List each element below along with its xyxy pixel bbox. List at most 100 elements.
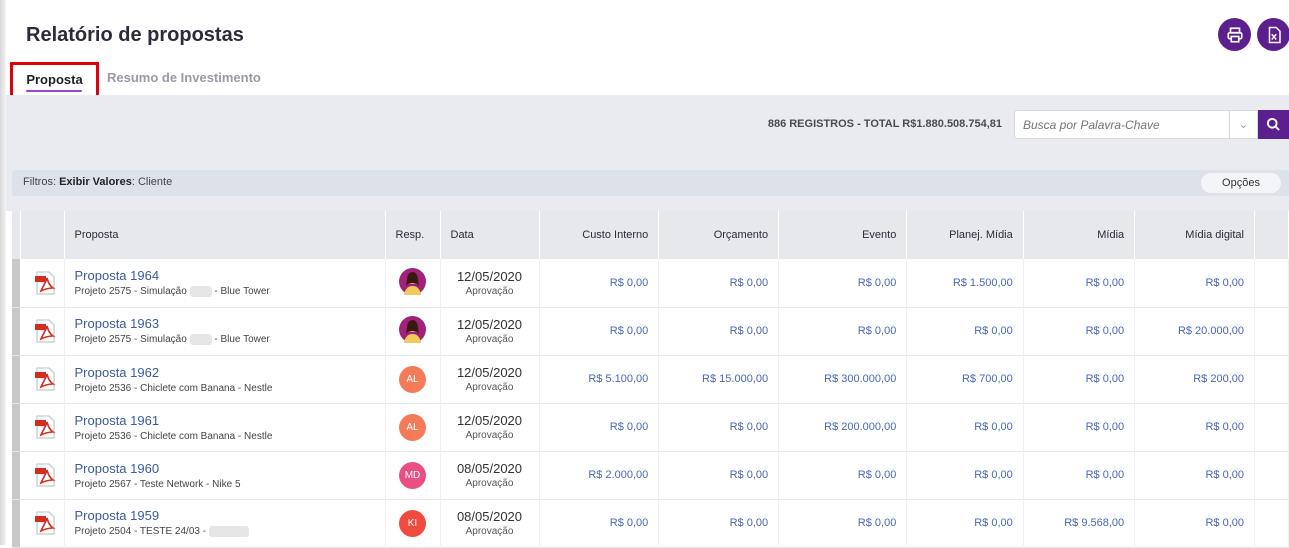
proposal-link[interactable]: Proposta 1962: [75, 365, 375, 380]
print-button[interactable]: [1218, 18, 1251, 51]
extra-cell: [1254, 403, 1289, 451]
tab-resumo-investimento[interactable]: Resumo de Investimento: [107, 62, 261, 96]
proposal-project: Projeto 2575 - Simulação - Blue Tower: [75, 286, 375, 297]
value-cell: R$ 0,00: [1023, 307, 1136, 355]
row-indicator: [12, 403, 20, 451]
header-proposta[interactable]: Proposta: [64, 211, 386, 259]
pdf-cell: [20, 451, 65, 499]
filter-value: : Cliente: [131, 176, 173, 188]
pdf-icon[interactable]: [32, 510, 58, 536]
proposal-link[interactable]: Proposta 1960: [75, 461, 375, 476]
proposal-client: - Blue Tower: [214, 286, 270, 298]
table-row[interactable]: Proposta 1959 Projeto 2504 - TESTE 24/03 …: [12, 499, 1289, 547]
extra-cell: [1254, 355, 1289, 403]
header-custo-interno[interactable]: Custo Interno: [539, 211, 660, 259]
proposal-link[interactable]: Proposta 1961: [75, 413, 375, 428]
table-row[interactable]: Proposta 1963 Projeto 2575 - Simulação - …: [12, 307, 1289, 355]
pdf-icon[interactable]: [32, 414, 58, 440]
date-cell: 08/05/2020 Aprovação: [440, 499, 540, 547]
value-cell: R$ 1.500,00: [906, 259, 1024, 307]
value-cell: R$ 0,00: [778, 499, 908, 547]
avatar[interactable]: [399, 267, 426, 295]
proposal-status: Aprovação: [465, 285, 514, 297]
header-midia-digital[interactable]: Mídia digital: [1134, 211, 1255, 259]
extra-cell: [1254, 499, 1289, 547]
header-orcamento[interactable]: Orçamento: [658, 211, 780, 259]
date-cell: 12/05/2020 Aprovação: [440, 307, 540, 355]
header-icon-col: [20, 211, 65, 259]
avatar[interactable]: MD: [399, 461, 426, 489]
table-row[interactable]: Proposta 1961 Projeto 2536 - Chiclete com…: [12, 403, 1289, 451]
options-button[interactable]: Opções: [1201, 173, 1281, 193]
header-midia[interactable]: Mídia: [1023, 211, 1136, 259]
pdf-cell: [20, 403, 65, 451]
proposal-project-text: Projeto 2575 - Simulação: [74, 334, 187, 346]
search-button[interactable]: [1258, 110, 1289, 139]
table-row[interactable]: Proposta 1962 Projeto 2536 - Chiclete com…: [12, 355, 1289, 403]
proposals-table: Proposta Resp. Data Custo Interno Orçame…: [12, 211, 1289, 548]
table-header-row: Proposta Resp. Data Custo Interno Orçame…: [12, 211, 1289, 259]
value-cell: R$ 0,00: [906, 403, 1024, 451]
page-title: Relatório de propostas: [26, 24, 244, 46]
pdf-cell: [20, 307, 65, 355]
proposal-date: 12/05/2020: [456, 317, 523, 332]
value-cell: R$ 0,00: [539, 403, 660, 451]
printer-icon: [1226, 26, 1243, 43]
proposal-link[interactable]: Proposta 1959: [75, 508, 375, 523]
value-cell: R$ 200,00: [1134, 355, 1255, 403]
table-row[interactable]: Proposta 1960 Projeto 2567 - Teste Networ…: [12, 451, 1289, 499]
value-cell: R$ 0,00: [1134, 499, 1255, 547]
value-cell: R$ 700,00: [906, 355, 1024, 403]
header-resp[interactable]: Resp.: [385, 211, 441, 259]
proposal-cell: Proposta 1961 Projeto 2536 - Chiclete com…: [64, 403, 386, 451]
proposal-date: 12/05/2020: [456, 413, 523, 428]
search-input[interactable]: [1015, 111, 1225, 138]
value-cell: R$ 0,00: [1023, 259, 1136, 307]
avatar[interactable]: KI: [399, 509, 426, 537]
pdf-cell: [20, 259, 65, 307]
redacted-text: [189, 286, 212, 298]
excel-icon: [1268, 26, 1281, 43]
header-data[interactable]: Data: [440, 211, 540, 259]
proposal-link[interactable]: Proposta 1964: [75, 268, 375, 283]
avatar[interactable]: AL: [399, 413, 426, 441]
value-cell: R$ 15.000,00: [658, 355, 780, 403]
filter-bar: Filtros: Exibir Valores: Cliente Opções: [12, 170, 1289, 196]
value-cell: R$ 0,00: [778, 259, 908, 307]
proposal-client: - Blue Tower: [214, 334, 270, 346]
pdf-icon[interactable]: [32, 366, 58, 392]
proposal-cell: Proposta 1962 Projeto 2536 - Chiclete com…: [64, 355, 386, 403]
pdf-icon[interactable]: [32, 462, 58, 488]
row-indicator: [12, 451, 20, 499]
proposal-project-text: Projeto 2536 - Chiclete com Banana - Nes…: [74, 430, 273, 442]
proposal-project-text: Projeto 2575 - Simulação: [74, 286, 187, 298]
proposal-cell: Proposta 1959 Projeto 2504 - TESTE 24/03 …: [64, 499, 386, 547]
pdf-icon[interactable]: [32, 270, 58, 296]
value-cell: R$ 300.000,00: [778, 355, 908, 403]
active-tab-indicator: [26, 90, 82, 92]
value-cell: R$ 0,00: [1023, 451, 1136, 499]
avatar[interactable]: AL: [399, 365, 426, 393]
value-cell: R$ 0,00: [906, 307, 1024, 355]
value-cell: R$ 0,00: [906, 451, 1024, 499]
proposal-cell: Proposta 1963 Projeto 2575 - Simulação - …: [64, 307, 386, 355]
avatar[interactable]: [399, 316, 426, 343]
extra-cell: [1254, 307, 1289, 355]
proposal-project-text: Projeto 2567 - Teste Network - Nike 5: [74, 478, 241, 490]
search-dropdown-toggle[interactable]: ⌄: [1229, 111, 1257, 138]
proposal-date: 12/05/2020: [456, 365, 523, 380]
table-row[interactable]: Proposta 1964 Projeto 2575 - Simulação - …: [12, 259, 1289, 307]
export-excel-button[interactable]: [1257, 18, 1289, 51]
header-evento[interactable]: Evento: [778, 211, 908, 259]
value-cell: R$ 0,00: [1134, 403, 1255, 451]
filter-prefix: Filtros:: [23, 176, 56, 188]
date-cell: 12/05/2020 Aprovação: [440, 403, 540, 451]
value-cell: R$ 0,00: [1134, 451, 1255, 499]
user-photo: [404, 271, 421, 295]
proposal-link[interactable]: Proposta 1963: [75, 316, 375, 331]
resp-cell: KI: [385, 499, 441, 547]
proposal-cell: Proposta 1960 Projeto 2567 - Teste Networ…: [64, 451, 386, 499]
pdf-icon[interactable]: [32, 318, 58, 344]
header-planej-midia[interactable]: Planej. Mídia: [906, 211, 1024, 259]
value-cell: R$ 9.568,00: [1023, 499, 1136, 547]
